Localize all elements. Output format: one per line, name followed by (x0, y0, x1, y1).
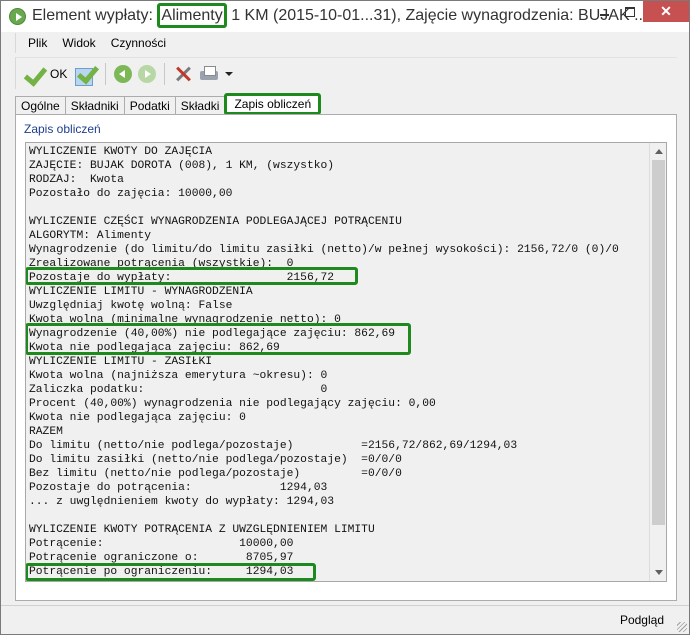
close-button[interactable]: ✕ (643, 1, 689, 22)
scroll-down-arrow-icon[interactable] (650, 564, 666, 581)
window: Element wypłaty: Alimenty 1 KM (2015-10-… (0, 0, 690, 635)
tab-zapis-obliczen[interactable]: Zapis obliczeń (224, 93, 322, 115)
highlight-kwota-nie-podlegajaca (26, 323, 411, 355)
vertical-scrollbar[interactable] (649, 143, 666, 581)
log-line: Wynagrodzenie (do limitu/do limitu zasił… (29, 244, 619, 256)
minimize-button[interactable] (591, 1, 617, 22)
window-controls: ✕ (591, 1, 689, 22)
menu-widok[interactable]: Widok (62, 36, 95, 50)
tab-content: Zapis obliczeń WYLICZENIE KWOTY DO ZAJĘC… (15, 114, 677, 601)
log-line: Pozostało do zajęcia: 10000,00 (29, 188, 233, 200)
save-button[interactable] (70, 61, 100, 87)
status-text: Podgląd (619, 613, 664, 627)
tab-strip: Ogólne Składniki Podatki Składki Zapis o… (15, 93, 322, 115)
tab-podatki[interactable]: Podatki (123, 96, 176, 115)
back-arrow-icon (114, 64, 133, 83)
log-line: Potrącenie: 10000,00 (29, 538, 294, 550)
log-line: Zaliczka podatku: 0 (29, 384, 328, 396)
toolbar: OK (15, 57, 677, 89)
maximize-button[interactable] (617, 1, 643, 22)
app-play-icon (9, 8, 26, 25)
highlight-pozostaje-do-wyplaty (26, 267, 358, 285)
tab-ogolne[interactable]: Ogólne (15, 96, 66, 115)
print-button[interactable] (196, 61, 222, 87)
title-bar: Element wypłaty: Alimenty 1 KM (2015-10-… (1, 1, 689, 32)
log-line: WYLICZENIE LIMITU - ZASIŁKI (29, 356, 213, 368)
scroll-up-arrow-icon[interactable] (650, 143, 666, 160)
toolbar-separator (164, 62, 166, 85)
menu-plik[interactable]: Plik (28, 36, 47, 50)
title-prefix: Element wypłaty: (32, 7, 158, 24)
back-button[interactable] (111, 61, 135, 87)
scroll-thumb[interactable] (652, 160, 665, 525)
toolbar-separator (105, 62, 107, 85)
log-line: RAZEM (29, 426, 63, 438)
print-dropdown-button[interactable] (222, 61, 236, 87)
log-line: Kwota wolna (najniższa emerytura ~okresu… (29, 370, 328, 382)
forward-button[interactable] (135, 61, 159, 87)
log-line: Procent (40,00%) wynagrodzenia nie podle… (29, 398, 436, 410)
highlight-potracenie-po-ograniczeniu (26, 563, 316, 581)
menu-czynnosci[interactable]: Czynności (111, 36, 166, 50)
window-title: Element wypłaty: Alimenty 1 KM (2015-10-… (32, 3, 648, 28)
log-line: RODZAJ: Kwota (29, 174, 124, 186)
log-line: WYLICZENIE LIMITU - WYNAGRODZENIA (29, 286, 253, 298)
chevron-down-icon (225, 70, 234, 78)
log-line: Uwzględniaj kwotę wolną: False (29, 300, 233, 312)
tab-skladki[interactable]: Składki (174, 96, 226, 115)
tab-skladniki[interactable]: Składniki (64, 96, 125, 115)
title-suffix: 1 KM (2015-10-01...31), Zajęcie wynagrod… (226, 7, 648, 24)
log-line: Kwota nie podlegająca zajęciu: 0 (29, 412, 246, 424)
tools-icon (173, 64, 193, 84)
log-line: WYLICZENIE KWOTY POTRĄCENIA Z UWZGLĘDNIE… (29, 524, 375, 536)
resize-grip-icon[interactable] (677, 622, 687, 632)
log-line: WYLICZENIE CZĘŚCI WYNAGRODZENIA PODLEGAJ… (29, 216, 402, 228)
log-line: Do limitu (netto/nie podlega/pozostaje) … (29, 440, 518, 452)
forward-arrow-icon (138, 64, 157, 83)
tools-button[interactable] (170, 61, 196, 87)
ok-button[interactable]: OK (22, 61, 70, 87)
log-line: WYLICZENIE KWOTY DO ZAJĘCIA (29, 146, 213, 158)
log-line: Do limitu zasiłki (netto/nie podlega/poz… (29, 454, 402, 466)
check-document-icon (73, 63, 97, 86)
log-line: Pozostaje do potrącenia: 1294,03 (29, 482, 328, 494)
calculation-log-textbox[interactable]: WYLICZENIE KWOTY DO ZAJĘCIA ZAJĘCIE: BUJA… (25, 142, 667, 582)
checkmark-icon (25, 63, 47, 85)
title-highlight: Alimenty (157, 3, 227, 28)
ok-label: OK (50, 66, 68, 81)
log-line: Bez limitu (netto/nie podlega/pozostaje)… (29, 468, 402, 480)
log-line: ZAJĘCIE: BUJAK DOROTA (008), 1 KM, (wszy… (29, 160, 335, 172)
menu-bar: Plik Widok Czynności (15, 33, 675, 53)
group-label: Zapis obliczeń (24, 122, 101, 136)
log-line: ALGORYTM: Alimenty (29, 230, 152, 242)
status-bar: Podgląd (1, 605, 689, 634)
printer-icon (199, 65, 219, 83)
log-line: ... z uwględnieniem kwoty do wypłaty: 12… (29, 496, 335, 508)
